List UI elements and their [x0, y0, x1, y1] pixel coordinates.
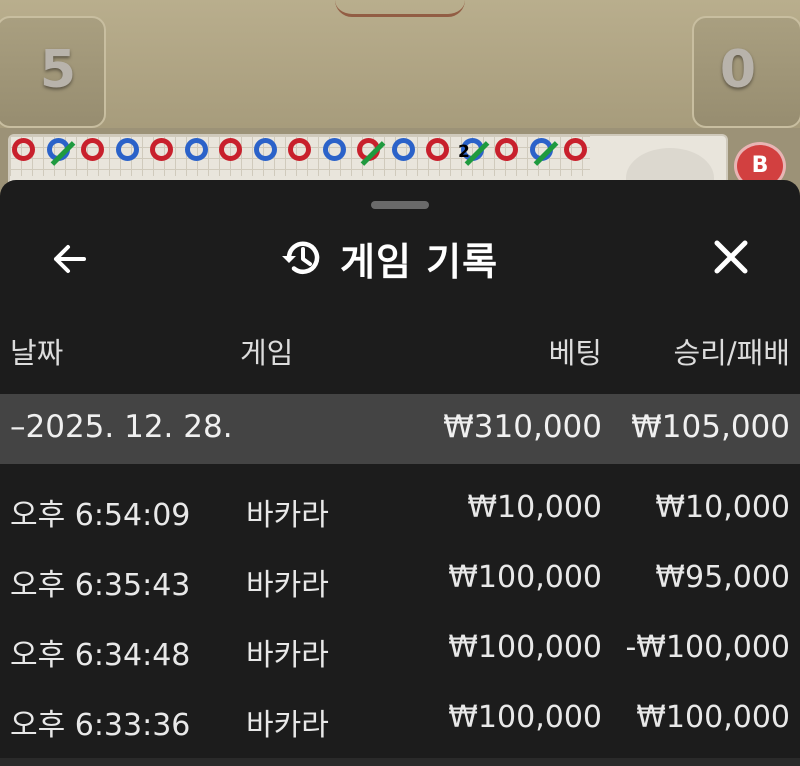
- player-bead: [115, 138, 139, 161]
- row-time: 오후 6:33:36: [10, 708, 191, 743]
- row-bet: ₩10,000: [467, 490, 602, 525]
- row-result: ₩100,000: [636, 700, 790, 735]
- banker-bead: [81, 138, 104, 161]
- row-result: -₩100,000: [625, 630, 790, 665]
- banker-score-box: 0: [692, 16, 800, 128]
- table-ornament: [335, 0, 465, 17]
- date-group-label: –2025. 12. 28.: [10, 409, 233, 445]
- history-icon: [282, 241, 320, 275]
- history-table-header: 날짜 게임 베팅 승리/패배: [0, 330, 800, 380]
- player-bead: [184, 138, 208, 161]
- banker-bead: [357, 138, 386, 166]
- banker-bead: [12, 138, 35, 161]
- banker-score: 0: [719, 40, 757, 100]
- date-group-result-total: ₩105,000: [631, 409, 790, 445]
- arrow-left-icon: [54, 245, 86, 273]
- player-score: 5: [39, 40, 77, 100]
- player-bead: [529, 138, 558, 166]
- header-game: 게임: [240, 336, 294, 370]
- row-time: 오후 6:34:48: [10, 638, 191, 673]
- banker-bead: [219, 138, 242, 161]
- table-row[interactable]: 오후 6:54:09 바카라 ₩10,000 ₩10,000: [0, 470, 800, 540]
- road-badge: 2: [458, 142, 470, 162]
- banker-bead: [495, 138, 518, 161]
- player-bead: [253, 138, 277, 161]
- table-row[interactable]: 오후 6:34:48 바카라 ₩100,000 -₩100,000: [0, 610, 800, 680]
- close-icon: [714, 240, 748, 274]
- banker-bead: [426, 138, 449, 161]
- player-bead: [391, 138, 415, 161]
- header-bet: 베팅: [548, 336, 602, 370]
- row-time: 오후 6:54:09: [10, 498, 191, 533]
- player-bead: [46, 138, 75, 166]
- player-bead: [322, 138, 346, 161]
- header-result: 승리/패배: [673, 336, 791, 370]
- player-score-box: 5: [0, 16, 106, 128]
- row-game: 바카라: [246, 568, 329, 603]
- page-title: 게임 기록: [340, 239, 499, 284]
- close-button[interactable]: [708, 234, 754, 280]
- back-button[interactable]: [46, 236, 92, 282]
- row-result: ₩95,000: [655, 560, 790, 595]
- date-group-bet-total: ₩310,000: [443, 409, 602, 445]
- panel-header: 게임 기록: [278, 232, 498, 284]
- row-time: 오후 6:35:43: [10, 568, 191, 603]
- row-result: ₩10,000: [655, 490, 790, 525]
- row-bet: ₩100,000: [448, 560, 602, 595]
- row-bet: ₩100,000: [448, 630, 602, 665]
- row-game: 바카라: [246, 498, 329, 533]
- drag-handle[interactable]: [371, 201, 429, 209]
- row-game: 바카라: [246, 708, 329, 743]
- row-game: 바카라: [246, 638, 329, 673]
- row-bet: ₩100,000: [448, 700, 602, 735]
- date-group-date: 2025. 12. 28.: [25, 409, 233, 445]
- date-group-row[interactable]: –2025. 12. 28. ₩310,000 ₩105,000: [0, 394, 800, 464]
- banker-bead: [288, 138, 311, 161]
- collapse-toggle[interactable]: –: [10, 409, 26, 445]
- table-row[interactable]: 오후 6:35:43 바카라 ₩100,000 ₩95,000: [0, 540, 800, 610]
- header-date: 날짜: [10, 336, 64, 370]
- table-row[interactable]: 오후 6:33:36 바카라 ₩100,000 ₩100,000: [0, 680, 800, 750]
- banker-bead: [564, 138, 587, 161]
- banker-bead: [150, 138, 173, 161]
- panel-bottom-divider: [0, 758, 800, 766]
